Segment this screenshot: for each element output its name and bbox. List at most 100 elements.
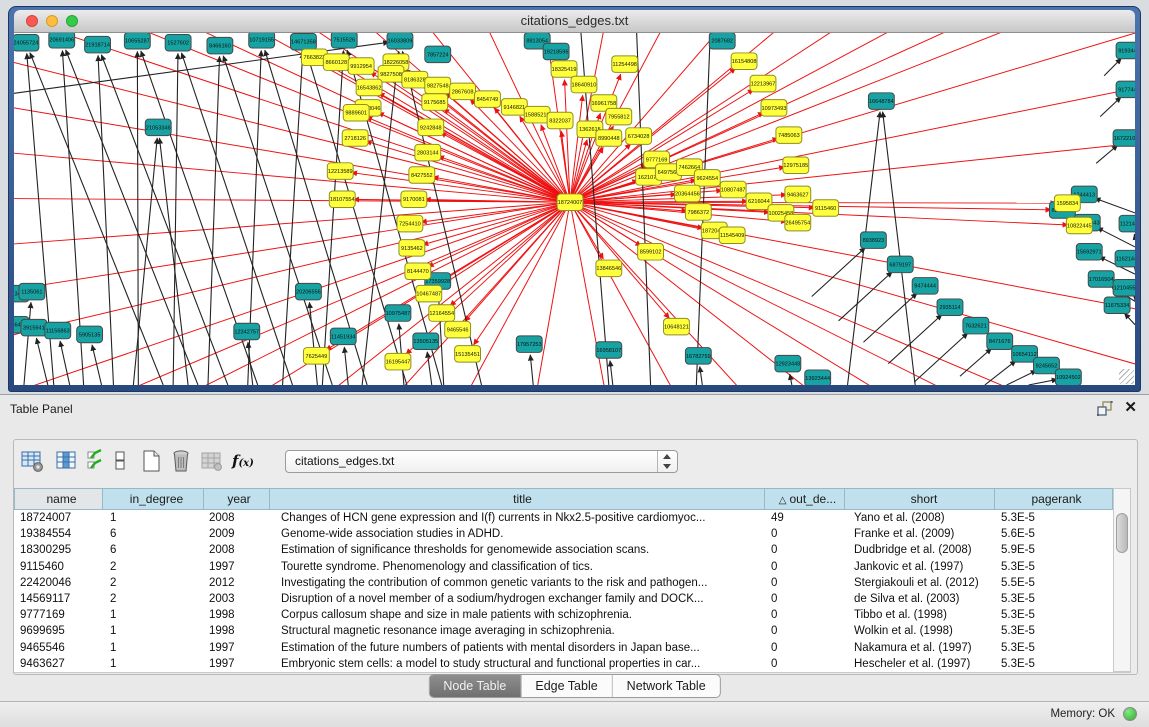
table-cell[interactable]: Tourette syndrome. Phenomenology and cla… bbox=[270, 559, 765, 575]
table-cell[interactable]: 5.9E-5 bbox=[995, 542, 1113, 558]
table-cell[interactable]: 2008 bbox=[204, 542, 270, 558]
table-cell[interactable]: Dudbridge et al. (2008) bbox=[845, 542, 995, 558]
table-cell[interactable]: 1998 bbox=[204, 607, 270, 623]
table-cell[interactable]: 5.6E-5 bbox=[995, 526, 1113, 542]
table-cell[interactable]: 0 bbox=[765, 656, 845, 672]
table-cell[interactable]: 0 bbox=[765, 542, 845, 558]
table-cell[interactable]: 5.5E-5 bbox=[995, 575, 1113, 591]
table-cell[interactable]: 9463627 bbox=[14, 656, 103, 672]
table-cell[interactable]: 5.3E-5 bbox=[995, 510, 1113, 526]
table-cell[interactable]: 5.3E-5 bbox=[995, 591, 1113, 607]
table-cell[interactable]: 19384554 bbox=[14, 526, 103, 542]
table-cell[interactable]: 1 bbox=[103, 607, 204, 623]
table-row[interactable]: 1938455462009Genome-wide association stu… bbox=[14, 526, 1113, 542]
table-cell[interactable]: 9777169 bbox=[14, 607, 103, 623]
table-cell[interactable]: 2008 bbox=[204, 510, 270, 526]
import-table-icon[interactable] bbox=[199, 449, 223, 473]
table-cell[interactable]: Jankovic et al. (1997) bbox=[845, 559, 995, 575]
column-header-short[interactable]: short bbox=[845, 488, 995, 510]
table-cell[interactable]: 0 bbox=[765, 559, 845, 575]
table-cell[interactable]: 1 bbox=[103, 656, 204, 672]
window-resize-grip[interactable] bbox=[1119, 369, 1134, 384]
table-cell[interactable]: Yano et al. (2008) bbox=[845, 510, 995, 526]
table-scrollbar[interactable] bbox=[1113, 488, 1131, 672]
table-cell[interactable]: 0 bbox=[765, 623, 845, 639]
table-cell[interactable]: de Silva et al. (2003) bbox=[845, 591, 995, 607]
table-cell[interactable]: 5.3E-5 bbox=[995, 607, 1113, 623]
table-row[interactable]: 946362711997Embryonic stem cells: a mode… bbox=[14, 656, 1113, 672]
table-cell[interactable]: 2003 bbox=[204, 591, 270, 607]
column-header-out-degree[interactable]: △out_de... bbox=[765, 488, 845, 510]
table-cell[interactable]: 2 bbox=[103, 559, 204, 575]
table-cell[interactable]: 9115460 bbox=[14, 559, 103, 575]
table-cell[interactable]: Disruption of a novel member of a sodium… bbox=[270, 591, 765, 607]
table-cell[interactable]: 18300295 bbox=[14, 542, 103, 558]
table-cell[interactable]: 0 bbox=[765, 526, 845, 542]
table-cell[interactable]: 22420046 bbox=[14, 575, 103, 591]
table-cell[interactable]: 1 bbox=[103, 623, 204, 639]
create-column-icon[interactable] bbox=[86, 449, 104, 473]
table-cell[interactable]: Embryonic stem cells: a model to study s… bbox=[270, 656, 765, 672]
table-cell[interactable]: 1997 bbox=[204, 640, 270, 656]
table-cell[interactable]: 0 bbox=[765, 575, 845, 591]
tab-network-table[interactable]: Network Table bbox=[612, 675, 720, 697]
table-cell[interactable]: Franke et al. (2009) bbox=[845, 526, 995, 542]
table-cell[interactable]: Corpus callosum shape and size in male p… bbox=[270, 607, 765, 623]
show-columns-icon[interactable] bbox=[54, 449, 78, 473]
row-height-icon[interactable] bbox=[114, 449, 126, 473]
network-canvas[interactable]: 2405572420691406219187141065528715276028… bbox=[14, 33, 1135, 385]
table-cell[interactable]: 5.3E-5 bbox=[995, 623, 1113, 639]
table-cell[interactable]: 1 bbox=[103, 640, 204, 656]
table-row[interactable]: 946554611997Estimation of the future num… bbox=[14, 640, 1113, 656]
table-cell[interactable]: 5.3E-5 bbox=[995, 640, 1113, 656]
table-cell[interactable]: 1 bbox=[103, 510, 204, 526]
column-header-pagerank[interactable]: pagerank bbox=[995, 488, 1113, 510]
table-cell[interactable]: 9699695 bbox=[14, 623, 103, 639]
tab-edge-table[interactable]: Edge Table bbox=[520, 675, 611, 697]
column-header-name[interactable]: name bbox=[14, 488, 103, 510]
table-cell[interactable]: 0 bbox=[765, 591, 845, 607]
table-cell[interactable]: Structural magnetic resonance image aver… bbox=[270, 623, 765, 639]
table-cell[interactable]: 49 bbox=[765, 510, 845, 526]
table-row[interactable]: 2242004622012Investigating the contribut… bbox=[14, 575, 1113, 591]
column-header-in-degree[interactable]: in_degree bbox=[103, 488, 204, 510]
table-cell[interactable]: 9465546 bbox=[14, 640, 103, 656]
table-row[interactable]: 1830029562008Estimation of significance … bbox=[14, 542, 1113, 558]
delete-table-icon[interactable] bbox=[169, 449, 193, 473]
table-cell[interactable]: 1998 bbox=[204, 623, 270, 639]
table-row[interactable]: 1456911722003Disruption of a novel membe… bbox=[14, 591, 1113, 607]
table-select-dropdown[interactable]: citations_edges.txt bbox=[285, 450, 678, 473]
tab-node-table[interactable]: Node Table bbox=[429, 675, 520, 697]
close-panel-icon[interactable]: ✕ bbox=[1124, 398, 1137, 416]
column-header-title[interactable]: title bbox=[270, 488, 765, 510]
table-cell[interactable]: Changes of HCN gene expression and I(f) … bbox=[270, 510, 765, 526]
table-cell[interactable]: Estimation of the future numbers of pati… bbox=[270, 640, 765, 656]
table-cell[interactable]: Stergiakouli et al. (2012) bbox=[845, 575, 995, 591]
table-cell[interactable]: 6 bbox=[103, 542, 204, 558]
table-row[interactable]: 969969511998Structural magnetic resonanc… bbox=[14, 623, 1113, 639]
new-table-icon[interactable] bbox=[139, 449, 163, 473]
table-cell[interactable]: 18724007 bbox=[14, 510, 103, 526]
table-cell[interactable]: Hescheler et al. (1997) bbox=[845, 656, 995, 672]
table-cell[interactable]: 14569117 bbox=[14, 591, 103, 607]
table-cell[interactable]: 2012 bbox=[204, 575, 270, 591]
table-cell[interactable]: Wolkin et al. (1998) bbox=[845, 623, 995, 639]
function-builder-icon[interactable]: f(x) bbox=[232, 452, 254, 470]
table-cell[interactable]: 5.3E-5 bbox=[995, 656, 1113, 672]
table-row[interactable]: 977716911998Corpus callosum shape and si… bbox=[14, 607, 1113, 623]
table-row[interactable]: 1872400712008Changes of HCN gene express… bbox=[14, 510, 1113, 526]
column-header-year[interactable]: year bbox=[204, 488, 270, 510]
table-scrollbar-thumb[interactable] bbox=[1116, 513, 1128, 553]
table-cell[interactable]: 2 bbox=[103, 575, 204, 591]
table-cell[interactable]: Nakamura et al. (1997) bbox=[845, 640, 995, 656]
table-cell[interactable]: 2 bbox=[103, 591, 204, 607]
table-row[interactable]: 911546021997Tourette syndrome. Phenomeno… bbox=[14, 559, 1113, 575]
table-cell[interactable]: Tibbo et al. (1998) bbox=[845, 607, 995, 623]
table-cell[interactable]: 6 bbox=[103, 526, 204, 542]
table-cell[interactable]: Estimation of significance thresholds fo… bbox=[270, 542, 765, 558]
table-cell[interactable]: 5.3E-5 bbox=[995, 559, 1113, 575]
table-cell[interactable]: 0 bbox=[765, 607, 845, 623]
table-cell[interactable]: 1997 bbox=[204, 656, 270, 672]
table-cell[interactable]: 2009 bbox=[204, 526, 270, 542]
table-mode-icon[interactable] bbox=[20, 449, 44, 473]
